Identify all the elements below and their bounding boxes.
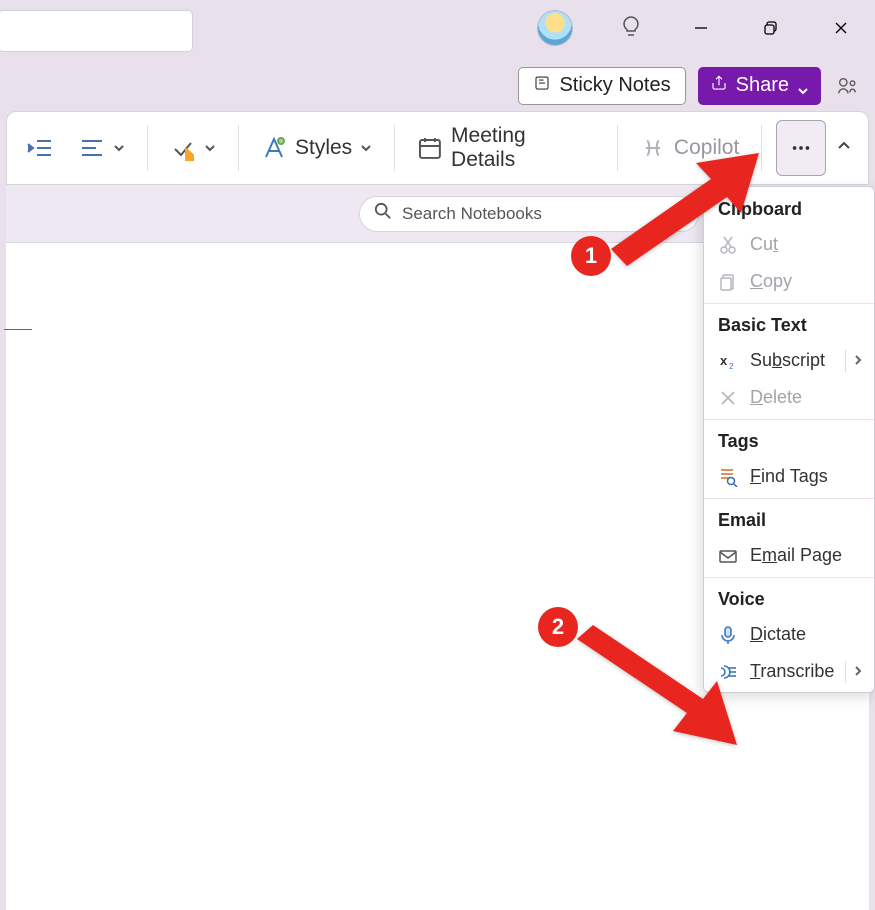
section-basic-text: Basic Text (704, 307, 874, 342)
chevron-down-icon (113, 136, 125, 160)
delete-item: Delete (704, 379, 874, 416)
chevron-down-icon (360, 136, 372, 160)
avatar[interactable] (537, 10, 573, 46)
tags-button[interactable] (162, 129, 224, 167)
meeting-details-button[interactable]: Meeting Details (409, 118, 603, 178)
section-tags: Tags (704, 423, 874, 458)
share-button[interactable]: Share (698, 67, 821, 105)
subscript-item[interactable]: x2 Subscript (704, 342, 874, 379)
close-button[interactable] (829, 16, 853, 40)
indent-button[interactable] (19, 129, 61, 167)
annotation-badge-1: 1 (571, 236, 611, 276)
search-icon (374, 202, 392, 225)
share-icon (710, 74, 728, 98)
search-placeholder: Search Notebooks (402, 204, 542, 224)
annotation-badge-2: 2 (538, 607, 578, 647)
minimize-button[interactable] (689, 16, 713, 40)
annotation-arrow-2 (569, 623, 739, 758)
more-button[interactable] (776, 120, 826, 176)
meeting-details-label: Meeting Details (451, 124, 595, 172)
section-voice: Voice (704, 581, 874, 616)
lightbulb-icon[interactable] (619, 14, 643, 43)
chevron-down-icon (204, 136, 216, 160)
chevron-right-icon (852, 350, 864, 371)
svg-text:x: x (720, 353, 728, 368)
section-email: Email (704, 502, 874, 537)
sticky-notes-button[interactable]: Sticky Notes (518, 67, 685, 105)
annotation-arrow-1 (601, 151, 761, 276)
maximize-button[interactable] (759, 16, 783, 40)
styles-button[interactable]: Styles (253, 129, 380, 167)
search-or-title-input[interactable] (0, 10, 193, 52)
chevron-down-icon (797, 80, 809, 92)
align-button[interactable] (71, 129, 133, 167)
share-label: Share (736, 74, 789, 97)
find-tags-item[interactable]: Find Tags (704, 458, 874, 495)
chevron-right-icon (852, 661, 864, 682)
svg-text:2: 2 (729, 362, 734, 371)
email-page-item[interactable]: Email Page (704, 537, 874, 574)
note-icon (533, 74, 551, 98)
styles-label: Styles (295, 136, 352, 160)
collapse-ribbon-button[interactable] (836, 138, 852, 159)
activity-button[interactable] (833, 72, 861, 100)
sticky-notes-label: Sticky Notes (559, 74, 670, 97)
